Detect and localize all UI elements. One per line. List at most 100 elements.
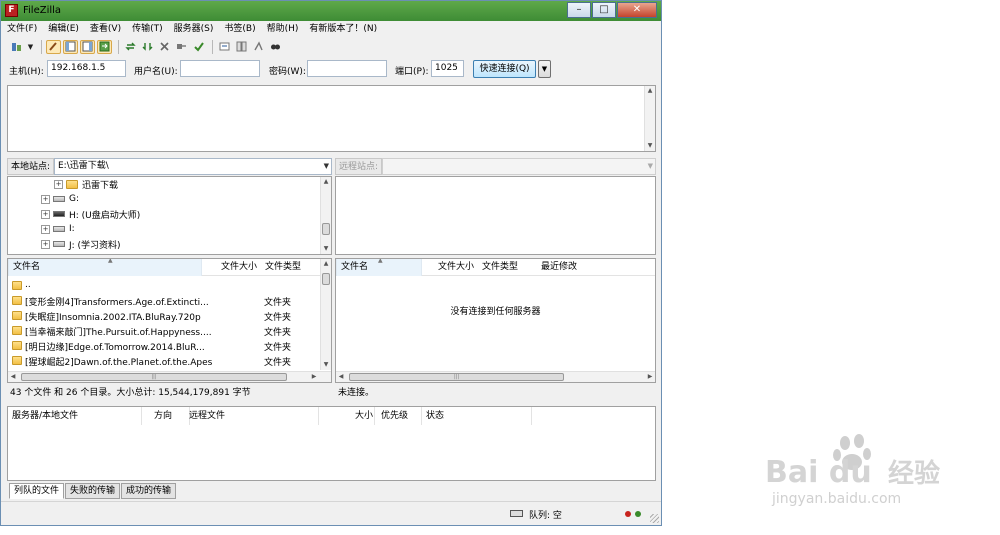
scroll-right-icon[interactable]: ▶ xyxy=(645,372,655,382)
file-row[interactable]: .. xyxy=(8,278,331,293)
file-row[interactable]: [变形金刚4]Transformers.Age.of.Extincti... 文… xyxy=(8,293,331,308)
title-bar[interactable]: F FileZilla – □ ✕ xyxy=(1,1,661,21)
column-priority[interactable]: 优先级 xyxy=(377,407,422,425)
menu-view[interactable]: 查看(V) xyxy=(90,22,121,37)
expand-icon[interactable]: + xyxy=(41,209,50,219)
local-list-hscrollbar[interactable]: ◀ ||| ▶ xyxy=(8,371,331,382)
process-queue-icon[interactable] xyxy=(140,40,155,54)
file-row[interactable]: [失眠症]Insomnia.2002.ITA.BluRay.720p 文件夹 xyxy=(8,308,331,323)
filezilla-app-icon: F xyxy=(5,4,18,17)
synchronized-browsing-icon[interactable] xyxy=(251,40,266,54)
reconnect-icon[interactable] xyxy=(191,40,206,54)
scroll-up-icon[interactable]: ▲ xyxy=(645,86,655,96)
maximize-button[interactable]: □ xyxy=(592,2,616,18)
scroll-thumb[interactable] xyxy=(322,273,330,285)
scroll-left-icon[interactable]: ◀ xyxy=(336,372,346,382)
file-name: [当幸福来敲门]The.Pursuit.of.Happyness.... xyxy=(25,328,212,338)
scroll-up-icon[interactable]: ▲ xyxy=(321,177,331,187)
site-manager-dropdown-icon[interactable]: ▼ xyxy=(26,40,35,54)
message-log[interactable]: ▲ ▼ xyxy=(7,85,656,152)
username-input[interactable] xyxy=(180,60,260,77)
scroll-thumb[interactable]: ||| xyxy=(349,373,564,381)
port-label: 端口(P): xyxy=(395,67,429,77)
refresh-icon[interactable] xyxy=(123,40,138,54)
menu-edit[interactable]: 编辑(E) xyxy=(48,22,79,37)
local-tree-scrollbar[interactable]: ▲ ▼ xyxy=(320,177,331,254)
remote-site-bar: 远程站点: ▼ xyxy=(335,158,656,175)
log-scrollbar[interactable]: ▲ ▼ xyxy=(644,86,655,151)
tab-failed-transfers[interactable]: 失败的传输 xyxy=(65,483,121,499)
disconnect-icon[interactable] xyxy=(174,40,189,54)
remote-status-text: 未连接。 xyxy=(338,388,375,398)
scroll-down-icon[interactable]: ▼ xyxy=(321,244,331,254)
filezilla-window: F FileZilla – □ ✕ 文件(F) 编辑(E) 查看(V) 传输(T… xyxy=(0,0,662,526)
password-input[interactable] xyxy=(307,60,387,77)
column-filetype[interactable]: 文件类型 xyxy=(478,259,518,276)
tab-successful-transfers[interactable]: 成功的传输 xyxy=(121,483,177,499)
scroll-thumb[interactable]: ||| xyxy=(21,373,287,381)
tree-node[interactable]: + I: xyxy=(41,222,75,236)
minimize-button[interactable]: – xyxy=(567,2,591,18)
column-server-local-file[interactable]: 服务器/本地文件 xyxy=(8,407,142,425)
menu-server[interactable]: 服务器(S) xyxy=(174,22,214,37)
toggle-local-tree-icon[interactable] xyxy=(63,39,78,54)
file-row[interactable]: [猩球崛起2]Dawn.of.the.Planet.of.the.Apes 文件… xyxy=(8,353,331,368)
directory-comparison-icon[interactable] xyxy=(234,40,249,54)
expand-icon[interactable]: + xyxy=(54,179,63,189)
expand-icon[interactable]: + xyxy=(41,224,50,234)
local-path-input[interactable]: E:\迅雷下载\ ▼ xyxy=(54,158,332,175)
file-name: [猩球崛起2]Dawn.of.the.Planet.of.the.Apes xyxy=(25,358,213,368)
drive-icon xyxy=(53,196,65,202)
scroll-down-icon[interactable]: ▼ xyxy=(645,141,655,151)
port-input[interactable]: 1025 xyxy=(431,60,464,77)
file-type: 文件夹 xyxy=(264,298,292,308)
tree-node[interactable]: + G: xyxy=(41,192,79,206)
expand-icon[interactable]: + xyxy=(41,239,50,249)
column-status[interactable]: 状态 xyxy=(422,407,532,425)
tab-queued-files[interactable]: 列队的文件 xyxy=(9,483,65,499)
column-direction[interactable]: 方向 xyxy=(150,407,190,425)
toggle-remote-tree-icon[interactable] xyxy=(80,39,95,54)
tree-node[interactable]: + J: (学习资料) xyxy=(41,237,121,251)
scroll-left-icon[interactable]: ◀ xyxy=(8,372,18,382)
cancel-operation-icon[interactable] xyxy=(157,40,172,54)
menu-file[interactable]: 文件(F) xyxy=(7,22,37,37)
menu-help[interactable]: 帮助(H) xyxy=(267,22,299,37)
scroll-down-icon[interactable]: ▼ xyxy=(321,360,331,370)
close-button[interactable]: ✕ xyxy=(617,2,657,18)
toggle-transfer-queue-icon[interactable] xyxy=(97,39,112,54)
expand-icon[interactable]: + xyxy=(41,194,50,204)
remote-path-input[interactable]: ▼ xyxy=(382,158,656,175)
local-path-text: E:\迅雷下载\ xyxy=(58,161,109,171)
tree-node[interactable]: + H: (U盘启动大师) xyxy=(41,207,140,221)
search-files-icon[interactable] xyxy=(268,40,283,54)
menu-transfer[interactable]: 传输(T) xyxy=(132,22,163,37)
scroll-thumb[interactable] xyxy=(322,223,330,235)
remote-path-dropdown-icon[interactable]: ▼ xyxy=(648,159,653,174)
tree-node-label: G: xyxy=(69,194,80,204)
column-last-modified[interactable]: 最近修改 xyxy=(537,259,577,276)
column-remote-file[interactable]: 远程文件 xyxy=(185,407,319,425)
column-filetype[interactable]: 文件类型 xyxy=(261,259,301,276)
menu-bookmarks[interactable]: 书签(B) xyxy=(224,22,255,37)
toggle-message-log-icon[interactable] xyxy=(46,39,61,54)
menu-new-version[interactable]: 有新版本了！(N) xyxy=(309,22,377,37)
column-filesize[interactable]: 文件大小 xyxy=(434,259,474,276)
column-size[interactable]: 大小 xyxy=(351,407,375,425)
file-row[interactable]: [明日边缘]Edge.of.Tomorrow.2014.BluR... 文件夹 xyxy=(8,338,331,353)
local-list-vscrollbar[interactable]: ▲ ▼ xyxy=(320,259,331,370)
tree-node[interactable]: + 迅雷下载 xyxy=(54,177,118,191)
resize-grip-icon[interactable] xyxy=(650,514,659,523)
directory-listing-filters-icon[interactable] xyxy=(217,40,232,54)
scroll-right-icon[interactable]: ▶ xyxy=(309,372,319,382)
column-filesize[interactable]: 文件大小 xyxy=(217,259,257,276)
scroll-up-icon[interactable]: ▲ xyxy=(321,259,331,269)
quickconnect-button[interactable]: 快速连接(Q) xyxy=(473,60,536,78)
local-path-dropdown-icon[interactable]: ▼ xyxy=(324,159,329,174)
remote-list-hscrollbar[interactable]: ◀ ||| ▶ xyxy=(336,371,655,382)
host-input[interactable]: 192.168.1.5 xyxy=(47,60,126,77)
file-row[interactable]: [当幸福来敲门]The.Pursuit.of.Happyness.... 文件夹 xyxy=(8,323,331,338)
site-manager-icon[interactable] xyxy=(9,40,24,54)
tree-node-label: 迅雷下载 xyxy=(82,180,119,191)
quickconnect-dropdown-icon[interactable]: ▼ xyxy=(538,60,551,78)
